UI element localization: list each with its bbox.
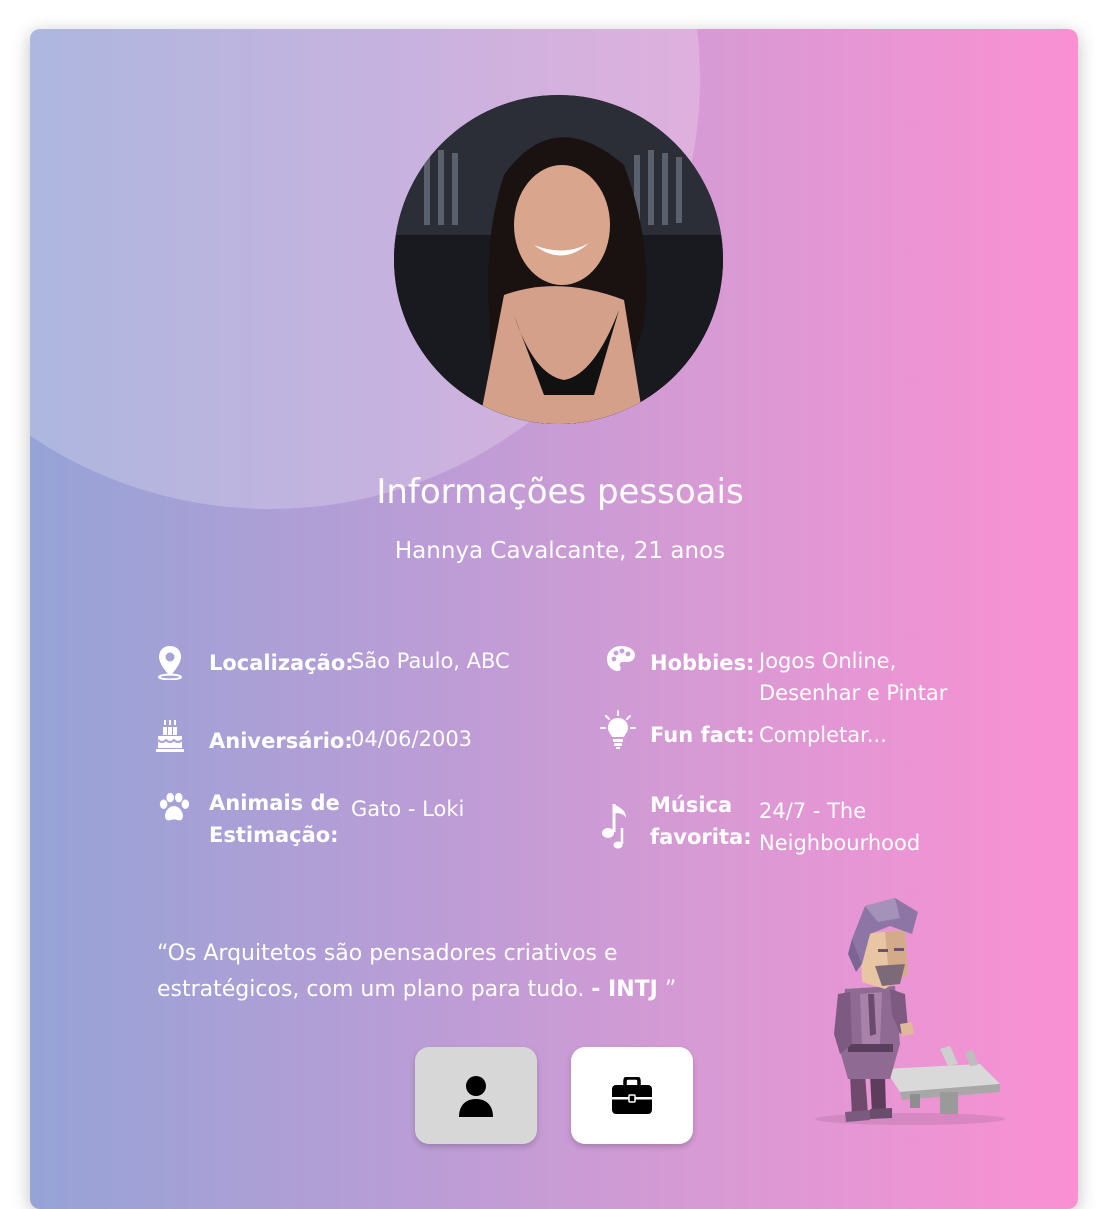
pets-label-line2: Estimação: bbox=[209, 823, 339, 847]
briefcase-icon bbox=[612, 1076, 652, 1114]
info-pets: Animais de Estimação: Gato - Loki bbox=[155, 787, 575, 857]
music-label-line1: Música bbox=[650, 793, 733, 817]
user-icon bbox=[459, 1075, 493, 1117]
info-fun-fact: Fun fact: Completar... bbox=[600, 710, 1020, 756]
quote-emphasis: - INTJ bbox=[591, 977, 658, 1002]
music-note-icon bbox=[602, 804, 626, 849]
profile-card: Informações pessoais Hannya Cavalcante, … bbox=[30, 29, 1078, 1209]
hobbies-value-line1: Jogos Online, bbox=[759, 649, 897, 673]
info-location: Localização: São Paulo, ABC bbox=[155, 644, 575, 684]
quote-text: “Os Arquitetos são pensadores criativos … bbox=[157, 941, 618, 1002]
lightbulb-icon bbox=[600, 710, 636, 749]
music-value-line1: 24/7 - The bbox=[759, 799, 867, 823]
work-button[interactable] bbox=[571, 1047, 693, 1144]
info-hobbies: Hobbies: Jogos Online, Desenhar e Pintar bbox=[600, 644, 1020, 714]
location-value: São Paulo, ABC bbox=[351, 649, 510, 673]
music-label-line2: favorita: bbox=[650, 825, 752, 849]
info-music: Música favorita: 24/7 - The Neighbourhoo… bbox=[600, 788, 1020, 858]
profile-button[interactable] bbox=[415, 1047, 537, 1144]
avatar bbox=[394, 95, 723, 424]
palette-icon bbox=[607, 646, 635, 671]
quote-close: ” bbox=[657, 977, 677, 1002]
architect-figure bbox=[815, 898, 1005, 1125]
fun-fact-label: Fun fact: bbox=[650, 723, 755, 747]
info-birthday: Aniversário: 04/06/2003 bbox=[155, 719, 575, 759]
paw-icon bbox=[159, 792, 190, 821]
pets-value: Gato - Loki bbox=[351, 797, 465, 821]
hobbies-label: Hobbies: bbox=[650, 651, 755, 675]
fun-fact-value: Completar... bbox=[759, 723, 887, 747]
birthday-value: 04/06/2003 bbox=[351, 727, 473, 751]
birthday-cake-icon bbox=[156, 720, 184, 752]
personality-quote: “Os Arquitetos são pensadores criativos … bbox=[157, 936, 717, 1008]
map-pin-icon bbox=[158, 646, 182, 680]
location-label: Localização: bbox=[209, 651, 354, 675]
birthday-label: Aniversário: bbox=[209, 729, 353, 753]
page-title: Informações pessoais bbox=[376, 472, 744, 512]
name-age: Hannya Cavalcante, 21 anos bbox=[394, 538, 726, 564]
pets-label-line1: Animais de bbox=[209, 791, 340, 815]
music-value-line2: Neighbourhood bbox=[759, 831, 921, 855]
hobbies-value-line2: Desenhar e Pintar bbox=[759, 681, 948, 705]
